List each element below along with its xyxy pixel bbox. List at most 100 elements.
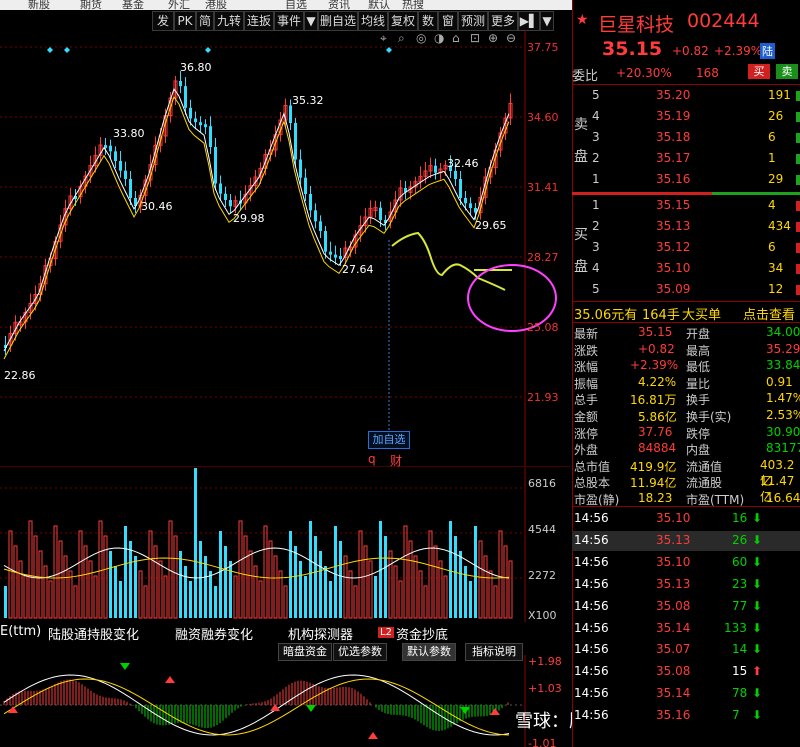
volume-bar	[464, 566, 467, 618]
indicator-tab[interactable]: 资金抄底	[396, 624, 448, 643]
chart-tool-icon[interactable]: ⊡	[470, 31, 480, 45]
volume-bar	[219, 531, 222, 618]
star-icon[interactable]: ★	[576, 12, 589, 28]
marker-cai: 财	[390, 454, 403, 468]
big-order-qty: 164手	[642, 308, 680, 323]
toolbar-button[interactable]: 复权	[388, 11, 418, 31]
toolbar-button[interactable]: PK	[174, 11, 196, 31]
add-watchlist-button[interactable]: 加自选	[368, 431, 410, 449]
top-menu-item[interactable]: 外汇	[168, 0, 190, 10]
volume-bar	[214, 586, 217, 618]
stat-value: 84884	[638, 441, 677, 456]
macd-axis-label: -1.01	[528, 737, 556, 747]
stat-value: 35.15	[638, 325, 673, 339]
book-price: 35.10	[656, 261, 691, 275]
top-menu-item[interactable]: 资讯	[328, 0, 350, 10]
indicator-tab[interactable]: 机构探测器	[288, 624, 353, 643]
top-menu-item[interactable]: 热搜	[402, 0, 424, 10]
book-price: 35.17	[656, 151, 691, 165]
volume-axis-label: X100	[528, 609, 557, 622]
price-extreme-label: 27.64	[342, 263, 374, 276]
stat-value: 33.84	[766, 358, 800, 373]
tick-volume: 78	[732, 686, 748, 701]
down-arrow-icon: ⬇	[752, 511, 763, 525]
stat-label: 总股本	[574, 476, 611, 491]
signal-diamond	[47, 47, 53, 53]
candle-body	[119, 161, 122, 171]
top-menu-item[interactable]: 默认	[368, 0, 390, 10]
volume-bar	[263, 525, 268, 619]
top-menu-item[interactable]: 自选	[285, 0, 307, 10]
macd-chart[interactable]: +1.98 +1.03 -1.01	[0, 655, 570, 747]
buy-button[interactable]: 买	[748, 64, 770, 79]
stat-label: 换手	[686, 393, 711, 408]
stat-value: 1.47%	[766, 391, 800, 406]
ask-side-label-1: 卖	[574, 117, 588, 133]
volume-bar	[508, 560, 513, 619]
indicator-tab[interactable]: 陆股通持股变化	[48, 624, 139, 643]
toolbar-button[interactable]: ▶▌	[518, 11, 540, 31]
stat-label: 振幅	[574, 376, 599, 391]
top-menu-item[interactable]: 新股	[28, 0, 50, 10]
indicator-tabs: E(ttm) 陆股通持股变化 融资融券变化 机构探测器 L2 资金抄底	[0, 622, 570, 643]
indicator-tab[interactable]: E(ttm)	[0, 624, 41, 639]
price-extreme-label: 22.86	[4, 369, 36, 382]
chart-tool-icon[interactable]: ◑	[434, 31, 444, 45]
toolbar-button[interactable]: 预测	[458, 11, 488, 31]
chart-tool-icon[interactable]: ⌕	[398, 31, 405, 46]
candle-body	[319, 221, 322, 231]
book-level: 2	[592, 219, 600, 233]
down-arrow-icon: ⬇	[752, 620, 763, 635]
toolbar-button[interactable]: 均线	[358, 11, 388, 31]
volume-bar	[493, 585, 498, 619]
up-arrow-icon: ⬆	[752, 664, 763, 679]
volume-bar	[143, 585, 148, 619]
volume-bar	[98, 520, 103, 619]
book-level: 1	[592, 198, 600, 212]
toolbar-button[interactable]: 九转	[214, 11, 244, 31]
toolbar-button[interactable]: ▼	[540, 11, 554, 31]
chart-tool-icon[interactable]: ⊕	[488, 31, 498, 45]
stat-label: 总手	[574, 393, 599, 408]
stat-value: +2.39%	[630, 358, 679, 373]
volume-bar	[243, 535, 248, 619]
indicator-tab[interactable]: 融资融券变化	[175, 624, 253, 643]
volume-bar	[334, 526, 337, 618]
book-price: 35.19	[656, 109, 691, 123]
volume-bar	[124, 526, 127, 618]
book-volume: 34	[768, 261, 784, 275]
chart-tool-icon[interactable]: ⌖	[380, 31, 387, 46]
tick-price: 35.10	[656, 511, 691, 525]
stat-label: 量比	[686, 376, 711, 391]
volume-chart[interactable]: 6816 4544 2272 X100	[0, 468, 570, 622]
chart-tool-icon[interactable]: ⌂	[452, 31, 460, 45]
top-menu-item[interactable]: 港股	[205, 0, 227, 10]
book-volume: 29	[768, 172, 784, 186]
book-volume-bar	[796, 175, 800, 185]
kline-chart[interactable]	[0, 30, 570, 467]
toolbar-button[interactable]: 更多	[488, 11, 518, 31]
toolbar-button[interactable]: 窗	[438, 11, 458, 31]
toolbar-button[interactable]: 事件	[274, 11, 304, 31]
big-order-link[interactable]: 点击查看	[743, 304, 795, 323]
chart-tool-icon[interactable]: ◎	[416, 31, 426, 45]
sell-button[interactable]: 卖	[776, 64, 798, 79]
toolbar-button[interactable]: 发	[152, 11, 174, 31]
volume-bar	[173, 535, 178, 619]
stat-label: 流通值	[686, 459, 723, 474]
stock-code: 002444	[687, 10, 760, 32]
candle-body	[339, 256, 342, 259]
toolbar-button[interactable]: 简	[196, 11, 214, 31]
volume-bar	[114, 566, 117, 618]
price-extreme-label: 30.46	[141, 200, 173, 213]
toolbar-button[interactable]: ▼	[304, 11, 318, 31]
toolbar-button[interactable]: 数	[418, 11, 438, 31]
volume-bar	[248, 550, 253, 619]
top-menu-item[interactable]: 期货	[80, 0, 102, 10]
chart-tool-icon[interactable]: ⊖	[506, 31, 516, 45]
toolbar-button[interactable]: 连扳	[244, 11, 274, 31]
top-menu-item[interactable]: 基金	[122, 0, 144, 10]
toolbar-button[interactable]: 删自选	[318, 11, 358, 31]
stat-value: +0.82	[638, 341, 675, 356]
indicator-tab[interactable]: L2	[378, 627, 394, 638]
